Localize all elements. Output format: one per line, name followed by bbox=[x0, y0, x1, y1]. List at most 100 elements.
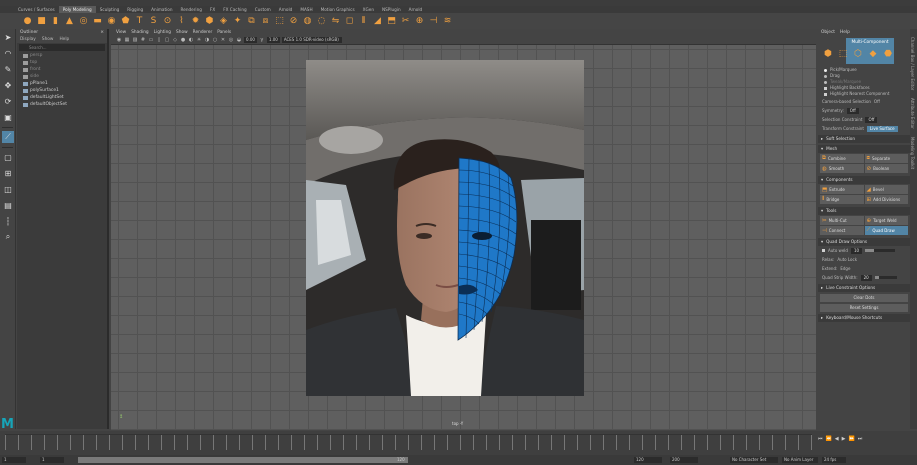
wireframe-icon[interactable]: ◇ bbox=[172, 37, 178, 43]
face-mode-icon[interactable]: ◆ bbox=[868, 49, 878, 59]
play-forward-icon[interactable]: ▶ bbox=[842, 436, 846, 442]
safe-action-icon[interactable]: ▢ bbox=[164, 37, 170, 43]
select-tool-icon[interactable]: ➤ bbox=[2, 31, 14, 43]
shelf-tab[interactable]: Arnold bbox=[405, 6, 427, 13]
toolkit-menu-item[interactable]: Help bbox=[840, 29, 850, 36]
multi-cut-button[interactable]: ✂ Multi-Cut bbox=[820, 216, 864, 225]
components-header[interactable]: ▾ Components bbox=[818, 176, 910, 184]
target-weld-button[interactable]: ⊕ Target Weld bbox=[864, 216, 908, 225]
separate-icon[interactable]: ⧈ bbox=[260, 16, 271, 27]
lasso-tool-icon[interactable]: ◠ bbox=[2, 47, 14, 59]
shadows-icon[interactable]: ◑ bbox=[204, 37, 210, 43]
platonic-icon[interactable]: ⬟ bbox=[120, 16, 131, 27]
bookmark-icon[interactable]: ▦ bbox=[124, 37, 130, 43]
reset-settings-button[interactable]: Reset Settings bbox=[820, 304, 908, 312]
auto-weld-field[interactable]: 10 bbox=[850, 247, 863, 254]
disc-icon[interactable]: ◉ bbox=[106, 16, 117, 27]
extend-select[interactable]: Edge bbox=[840, 266, 850, 271]
soft-selection-header[interactable]: ▸ Soft Selection bbox=[818, 135, 910, 143]
auto-weld-slider[interactable] bbox=[865, 249, 896, 252]
play-back-icon[interactable]: ◀ bbox=[835, 436, 839, 442]
combine-icon[interactable]: ⧉ bbox=[246, 16, 257, 27]
outliner-search-input[interactable]: Search... bbox=[19, 44, 105, 51]
layout-vertical-icon[interactable]: ┆ bbox=[2, 215, 14, 227]
side-tab[interactable]: Modeling Toolkit bbox=[910, 137, 915, 169]
gamma-field[interactable]: 1.00 bbox=[266, 37, 280, 43]
outliner-item[interactable]: defaultObjectSet bbox=[17, 101, 107, 108]
quad-strip-field[interactable]: 20 bbox=[860, 274, 872, 281]
outliner-menu-item[interactable]: Display bbox=[20, 36, 36, 43]
bevel-button[interactable]: ◢ Bevel bbox=[864, 185, 908, 194]
bevel-icon[interactable]: ◢ bbox=[372, 16, 383, 27]
colorspace-select[interactable]: ACES 1.0 SDR-video (sRGB) bbox=[281, 37, 342, 43]
time-slider[interactable] bbox=[0, 431, 917, 455]
shelf-tab[interactable]: Rendering bbox=[177, 6, 206, 13]
lights-icon[interactable]: ☀ bbox=[196, 37, 202, 43]
shelf-tab[interactable]: NSPlugin bbox=[378, 6, 405, 13]
shelf-tab[interactable]: Animation bbox=[147, 6, 176, 13]
shelf-tab[interactable]: Rigging bbox=[123, 6, 147, 13]
booleans-icon[interactable]: ⊘ bbox=[288, 16, 299, 27]
shelf-tab[interactable]: Sculpting bbox=[96, 6, 124, 13]
shelf-tab[interactable]: Custom bbox=[251, 6, 275, 13]
range-bar-handle[interactable] bbox=[78, 457, 408, 463]
paint-select-icon[interactable]: ✎ bbox=[2, 63, 14, 75]
boolean-button[interactable]: ⊘ Boolean bbox=[864, 164, 908, 173]
go-to-start-icon[interactable]: ⏮ bbox=[818, 436, 823, 442]
isolate-icon[interactable]: ◎ bbox=[228, 37, 234, 43]
bridge-icon[interactable]: ⫴ bbox=[358, 16, 369, 27]
torus-icon[interactable]: ◎ bbox=[78, 16, 89, 27]
anim-layer-select[interactable]: No Anim Layer bbox=[782, 457, 818, 463]
shelf-tab[interactable]: MASH bbox=[296, 6, 316, 13]
go-to-end-icon[interactable]: ⏭ bbox=[858, 436, 863, 442]
viewport-menu-item[interactable]: Renderer bbox=[193, 30, 213, 35]
outliner-menu-item[interactable]: Help bbox=[59, 36, 69, 43]
layout-two-icon[interactable]: ◫ bbox=[2, 183, 14, 195]
mirror-icon[interactable]: ⇋ bbox=[330, 16, 341, 27]
layout-single-icon[interactable]: ▢ bbox=[2, 151, 14, 163]
shelf-tab[interactable]: FX bbox=[206, 6, 219, 13]
plane-icon[interactable]: ▬ bbox=[92, 16, 103, 27]
fps-select[interactable]: 24 fps bbox=[822, 457, 846, 463]
outliner-item[interactable]: front bbox=[17, 66, 107, 73]
live-constraint-header[interactable]: ▸ Live Constraint Options bbox=[818, 284, 910, 292]
add-divisions-button[interactable]: ⊞ Add Divisions bbox=[864, 195, 908, 204]
checkbox[interactable] bbox=[824, 92, 827, 96]
camera-based-value[interactable]: Off bbox=[874, 99, 880, 104]
viewport-menu-item[interactable]: Lighting bbox=[154, 30, 171, 35]
outliner-item[interactable]: defaultLightSet bbox=[17, 94, 107, 101]
shelf-tab[interactable]: FX Caching bbox=[219, 6, 251, 13]
gear-icon[interactable]: ✹ bbox=[190, 16, 201, 27]
symmetry-select[interactable]: Off bbox=[846, 107, 859, 114]
character-set-select[interactable]: No Character Set bbox=[730, 457, 778, 463]
rotate-tool-icon[interactable]: ⟳ bbox=[2, 95, 14, 107]
ao-icon[interactable]: ○ bbox=[212, 37, 218, 43]
start-time-field[interactable]: 1 bbox=[2, 457, 26, 463]
radio-button[interactable] bbox=[824, 68, 827, 72]
layout-outliner-icon[interactable]: ▤ bbox=[2, 199, 14, 211]
anim-end-field[interactable]: 200 bbox=[670, 457, 698, 463]
outliner-item[interactable]: polySurface1 bbox=[17, 87, 107, 94]
xray-icon[interactable]: ✕ bbox=[220, 37, 226, 43]
relax-select[interactable]: Auto Lock bbox=[837, 257, 857, 262]
range-end-field[interactable]: 120 bbox=[634, 457, 662, 463]
extrude-icon[interactable]: ⬒ bbox=[386, 16, 397, 27]
outliner-item[interactable]: side bbox=[17, 73, 107, 80]
layout-four-icon[interactable]: ⊞ bbox=[2, 167, 14, 179]
smooth-icon[interactable]: ◍ bbox=[302, 16, 313, 27]
helix-icon[interactable]: ⌇ bbox=[176, 16, 187, 27]
transform-constraint-select[interactable]: Live Surface bbox=[866, 125, 898, 132]
tools-header[interactable]: ▾ Tools bbox=[818, 207, 910, 215]
average-icon[interactable]: ◌ bbox=[316, 16, 327, 27]
auto-weld-checkbox[interactable] bbox=[822, 249, 825, 252]
side-tab[interactable]: Channel Box / Layer Editor bbox=[910, 37, 915, 90]
sphere-icon[interactable]: ● bbox=[22, 16, 33, 27]
edge-flow-icon[interactable]: ≋ bbox=[442, 16, 453, 27]
side-tab[interactable]: Attribute Editor bbox=[910, 98, 915, 129]
viewport-menu-item[interactable]: Shading bbox=[131, 30, 148, 35]
quad-strip-slider[interactable] bbox=[874, 276, 897, 279]
step-back-icon[interactable]: ⏪ bbox=[826, 436, 832, 442]
film-gate-icon[interactable]: ▭ bbox=[148, 37, 154, 43]
outliner-item[interactable]: persp bbox=[17, 52, 107, 59]
time-ruler[interactable] bbox=[5, 434, 812, 450]
